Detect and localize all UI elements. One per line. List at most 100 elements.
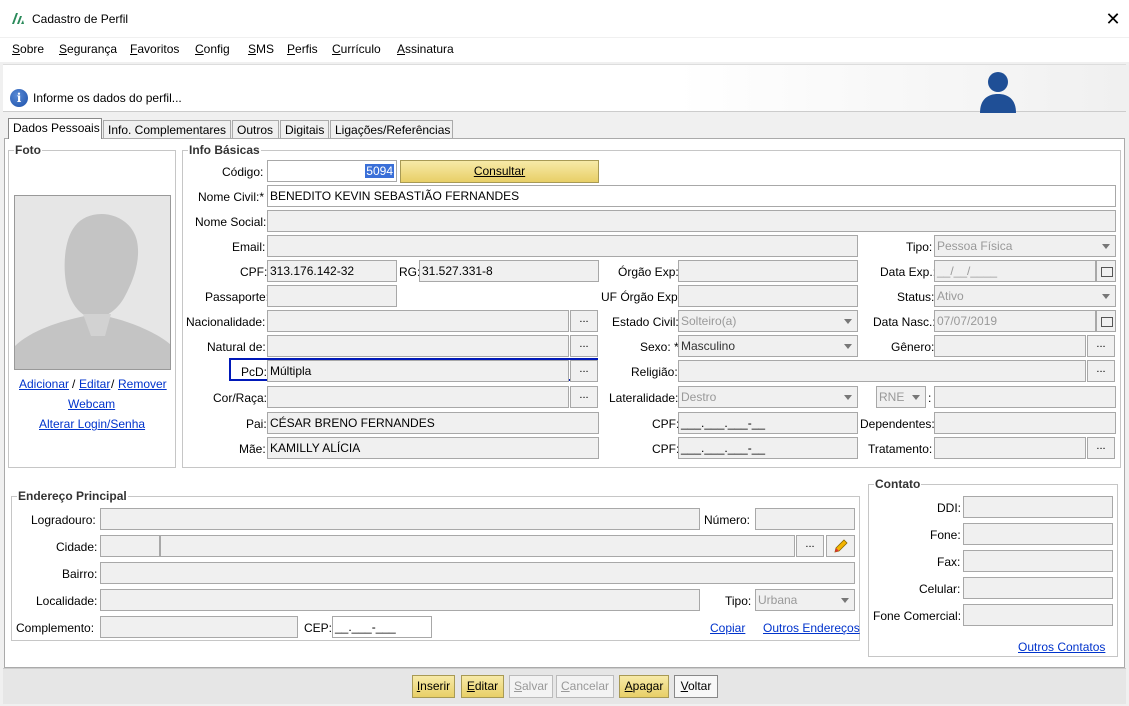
pcd-browse-button[interactable]: ... (570, 360, 598, 382)
tab-info-complementares[interactable]: Info. Complementares (103, 120, 231, 138)
cpf-mae-input[interactable]: ___.___.___-__ (678, 437, 858, 459)
logradouro-input[interactable] (100, 508, 700, 530)
cancelar-button[interactable]: Cancelar (556, 675, 614, 698)
tab-digitais[interactable]: Digitais (280, 120, 329, 138)
outros-contatos-link[interactable]: Outros Contatos (1018, 640, 1105, 654)
close-icon[interactable]: ✕ (1100, 6, 1126, 32)
cidade-edit-pencil-icon[interactable] (826, 535, 855, 557)
rg-input[interactable]: 31.527.331-8 (419, 260, 599, 282)
info-text: Informe os dados do perfil... (33, 91, 182, 105)
tab-outros[interactable]: Outros (232, 120, 279, 138)
menu-favoritos[interactable]: Favoritos (130, 42, 179, 56)
fone-comercial-input[interactable] (963, 604, 1113, 626)
mae-input[interactable]: KAMILLY ALÍCIA (267, 437, 599, 459)
menu-sms[interactable]: SMS (248, 42, 274, 56)
tratamento-input[interactable] (934, 437, 1086, 459)
data-exp-calendar-icon[interactable] (1096, 260, 1116, 282)
mae-label: Mãe: (239, 442, 266, 456)
cpf-label: CPF: (240, 265, 268, 279)
data-nasc-input[interactable]: 07/07/2019 (934, 310, 1096, 332)
data-exp-input[interactable]: __/__/____ (934, 260, 1096, 282)
localidade-label: Localidade: (36, 594, 98, 608)
email-input[interactable] (267, 235, 858, 257)
info-banner: i Informe os dados do perfil... (3, 64, 1126, 113)
editar-button[interactable]: Editar (461, 675, 504, 698)
fone-input[interactable] (963, 523, 1113, 545)
menu-curriculo[interactable]: Currículo (332, 42, 381, 56)
menu-perfis[interactable]: Perfis (287, 42, 318, 56)
religiao-browse-button[interactable]: ... (1087, 360, 1115, 382)
genero-browse-button[interactable]: ... (1087, 335, 1115, 357)
cpf-pai-input[interactable]: ___.___.___-__ (678, 412, 858, 434)
tratamento-browse-button[interactable]: ... (1087, 437, 1115, 459)
bairro-label: Bairro: (62, 567, 98, 581)
cor-raca-browse-button[interactable]: ... (570, 386, 598, 408)
contato-legend: Contato (874, 477, 922, 491)
info-icon: i (10, 89, 28, 107)
webcam-link[interactable]: Webcam (68, 397, 115, 411)
menu-sobre[interactable]: Sobre (12, 42, 44, 56)
menu-seguranca[interactable]: Segurança (59, 42, 117, 56)
consultar-button[interactable]: Consultar (400, 160, 599, 183)
tab-dados-pessoais[interactable]: Dados Pessoais (8, 118, 102, 139)
natural-input[interactable] (267, 335, 569, 357)
genero-input[interactable] (934, 335, 1086, 357)
endereco-tipo-select[interactable]: Urbana (755, 589, 855, 611)
cep-input[interactable]: __.___-___ (332, 616, 432, 638)
cidade-input[interactable] (160, 535, 795, 557)
cidade-code-input[interactable] (100, 535, 160, 557)
status-select[interactable]: Ativo (934, 285, 1116, 307)
salvar-button[interactable]: Salvar (509, 675, 553, 698)
data-exp-label: Data Exp.: (880, 265, 937, 279)
sexo-select[interactable]: Masculino (678, 335, 858, 357)
tab-ligacoes-referencias[interactable]: Ligações/Referências (330, 120, 453, 138)
sexo-label: Sexo: * (640, 340, 679, 354)
fone-comercial-label: Fone Comercial: (873, 609, 962, 623)
uf-orgao-label: UF Órgão Exp: (601, 290, 682, 304)
menu-config[interactable]: Config (195, 42, 230, 56)
nacionalidade-input[interactable] (267, 310, 569, 332)
natural-browse-button[interactable]: ... (570, 335, 598, 357)
uf-orgao-input[interactable] (678, 285, 858, 307)
pcd-label: PcD: (241, 365, 268, 379)
cidade-browse-button[interactable]: ... (796, 535, 824, 557)
voltar-button[interactable]: Voltar (674, 675, 718, 698)
outros-enderecos-link[interactable]: Outros Endereços (763, 621, 860, 635)
apagar-button[interactable]: Apagar (619, 675, 669, 698)
nacionalidade-browse-button[interactable]: ... (570, 310, 598, 332)
rne-input[interactable] (934, 386, 1116, 408)
localidade-input[interactable] (100, 589, 700, 611)
orgao-exp-input[interactable] (678, 260, 858, 282)
pcd-input[interactable]: Múltipla (267, 360, 569, 382)
passaporte-input[interactable] (267, 285, 397, 307)
bairro-input[interactable] (100, 562, 855, 584)
alterar-login-link[interactable]: Alterar Login/Senha (39, 417, 145, 431)
fax-input[interactable] (963, 550, 1113, 572)
foto-sep: / (72, 377, 76, 391)
ddi-input[interactable] (963, 496, 1113, 518)
religiao-label: Religião: (631, 365, 678, 379)
nome-civil-input[interactable]: BENEDITO KEVIN SEBASTIÃO FERNANDES (267, 185, 1116, 207)
rne-select[interactable]: RNE (876, 386, 926, 408)
pai-input[interactable]: CÉSAR BRENO FERNANDES (267, 412, 599, 434)
data-nasc-calendar-icon[interactable] (1096, 310, 1116, 332)
numero-input[interactable] (755, 508, 855, 530)
copiar-link[interactable]: Copiar (710, 621, 745, 635)
estado-civil-select[interactable]: Solteiro(a) (678, 310, 858, 332)
inserir-button[interactable]: Inserir (412, 675, 455, 698)
tipo-select[interactable]: Pessoa Física (934, 235, 1116, 257)
codigo-input[interactable]: 5094 (267, 160, 397, 182)
editar-link[interactable]: Editar (79, 377, 110, 391)
lateralidade-select[interactable]: Destro (678, 386, 858, 408)
dependentes-input[interactable] (934, 412, 1116, 434)
remover-link[interactable]: Remover (118, 377, 167, 391)
cpf-input[interactable]: 313.176.142-32 (267, 260, 397, 282)
cpf-mae-label: CPF: (652, 442, 680, 456)
cor-raca-input[interactable] (267, 386, 569, 408)
adicionar-link[interactable]: Adicionar (19, 377, 69, 391)
menu-assinatura[interactable]: Assinatura (397, 42, 454, 56)
religiao-input[interactable] (678, 360, 1086, 382)
nome-social-input[interactable] (267, 210, 1116, 232)
complemento-input[interactable] (100, 616, 298, 638)
celular-input[interactable] (963, 577, 1113, 599)
